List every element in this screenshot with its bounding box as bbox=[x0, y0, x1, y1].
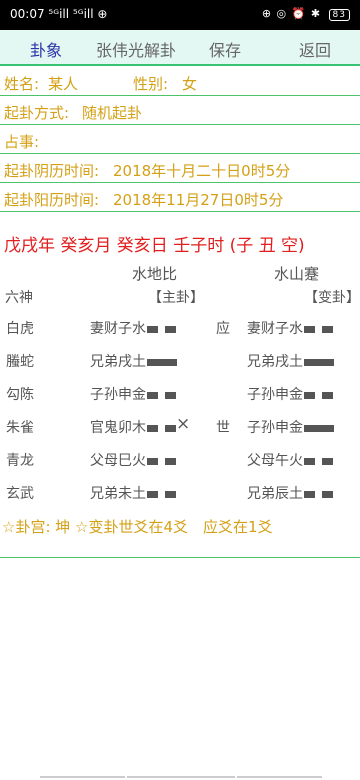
divider bbox=[0, 557, 360, 558]
yin-bar-segment bbox=[304, 490, 315, 498]
method-value: 随机起卦 bbox=[82, 104, 143, 122]
moving-line-mark: × bbox=[176, 414, 191, 434]
main-line-label: 官鬼卯木 bbox=[90, 420, 146, 436]
changed-line: 兄弟戌土 bbox=[247, 351, 334, 371]
method-label: 起卦方式: bbox=[4, 104, 70, 122]
yin-bar-segment bbox=[304, 325, 315, 333]
yin-bar-segment bbox=[322, 490, 333, 498]
yang-bar bbox=[304, 424, 334, 432]
liushen-label: 朱雀 bbox=[6, 420, 34, 436]
yin-bar-segment bbox=[322, 391, 333, 399]
matter-row: 占事: bbox=[0, 127, 360, 154]
gender-value: 女 bbox=[182, 75, 198, 93]
yin-bar-segment bbox=[165, 490, 176, 498]
yin-bar-segment bbox=[304, 457, 315, 465]
shi-ying-marker: 应 bbox=[216, 321, 230, 337]
yin-bar-segment bbox=[322, 325, 333, 333]
nav-indicator-center bbox=[127, 776, 235, 778]
main-line: 兄弟未土 bbox=[90, 483, 176, 503]
main-line-label: 兄弟未土 bbox=[90, 486, 146, 502]
main-line: 子孙申金 bbox=[90, 384, 176, 404]
tab-interpretation[interactable]: 张伟光解卦 bbox=[96, 37, 176, 61]
main-hexagram-tag: 【主卦】 bbox=[148, 290, 204, 306]
changed-line: 子孙申金 bbox=[247, 384, 333, 404]
toolbar: 卦象 张伟光解卦 保存 返回 bbox=[0, 30, 360, 66]
changed-line: 父母午火 bbox=[247, 450, 333, 470]
yin-bar-segment bbox=[147, 490, 158, 498]
yin-bar-segment bbox=[147, 325, 158, 333]
main-line: 妻财子水 bbox=[90, 318, 176, 338]
yin-bar-segment bbox=[147, 457, 158, 465]
changed-line-label: 子孙申金 bbox=[247, 387, 303, 403]
liushen-label: 玄武 bbox=[6, 486, 34, 502]
name-row: 姓名: 某人 性别: 女 bbox=[0, 69, 360, 96]
changed-hexagram-name: 水山蹇 bbox=[274, 265, 320, 283]
changed-line-label: 兄弟辰土 bbox=[247, 486, 303, 502]
yang-bar bbox=[147, 358, 177, 366]
signal-icon: ⁵ᴳill ⁵ᴳill ⊕ bbox=[48, 7, 108, 21]
liushen-label: 螣蛇 bbox=[6, 354, 34, 370]
yin-bar-segment bbox=[147, 391, 158, 399]
main-line-label: 父母巳火 bbox=[90, 453, 146, 469]
main-hexagram-name: 水地比 bbox=[132, 265, 178, 283]
matter-label: 占事: bbox=[4, 133, 40, 151]
name-value: 某人 bbox=[48, 75, 79, 93]
battery-icon: 83 bbox=[328, 9, 350, 21]
status-bar: 00:07 ⁵ᴳill ⁵ᴳill ⊕ ⊕ ◎ ⏰ ✱ 83 bbox=[0, 0, 360, 30]
changed-line: 子孙申金 bbox=[247, 417, 334, 437]
nav-indicator-left bbox=[40, 776, 125, 778]
changed-line: 兄弟辰土 bbox=[247, 483, 333, 503]
yin-bar-segment bbox=[165, 424, 176, 432]
liushen-label: 勾陈 bbox=[6, 387, 34, 403]
liushen-label: 白虎 bbox=[6, 321, 34, 337]
changed-hexagram-tag: 【变卦】 bbox=[304, 290, 360, 306]
summary-line: ☆卦宫: 坤 ☆变卦世爻在4爻 应爻在1爻 bbox=[2, 518, 273, 536]
nav-indicator-right bbox=[237, 776, 322, 778]
status-time: 00:07 bbox=[10, 7, 45, 21]
method-row: 起卦方式: 随机起卦 bbox=[0, 98, 360, 125]
yin-bar-segment bbox=[165, 325, 176, 333]
solar-label: 起卦阳历时间: bbox=[4, 191, 100, 209]
yin-bar-segment bbox=[165, 457, 176, 465]
solar-row: 起卦阳历时间: 2018年11月27日0时5分 bbox=[0, 185, 360, 212]
changed-line-label: 兄弟戌土 bbox=[247, 354, 303, 370]
yin-bar-segment bbox=[147, 424, 158, 432]
liushen-header: 六神 bbox=[5, 290, 33, 306]
solar-value: 2018年11月27日0时5分 bbox=[113, 191, 284, 209]
yin-bar-segment bbox=[322, 457, 333, 465]
main-line-label: 子孙申金 bbox=[90, 387, 146, 403]
status-icons: ⊕ ◎ ⏰ ✱ bbox=[261, 7, 322, 20]
changed-line-label: 妻财子水 bbox=[247, 321, 303, 337]
changed-line-label: 父母午火 bbox=[247, 453, 303, 469]
liushen-label: 青龙 bbox=[6, 453, 34, 469]
save-button[interactable]: 保存 bbox=[209, 37, 241, 61]
lunar-label: 起卦阴历时间: bbox=[4, 162, 100, 180]
yang-bar bbox=[304, 358, 334, 366]
main-line: 兄弟戌土 bbox=[90, 351, 177, 371]
lunar-value: 2018年十月二十日0时5分 bbox=[113, 162, 291, 180]
changed-line: 妻财子水 bbox=[247, 318, 333, 338]
main-line-label: 妻财子水 bbox=[90, 321, 146, 337]
shi-ying-marker: 世 bbox=[216, 420, 230, 436]
yin-bar-segment bbox=[165, 391, 176, 399]
yin-bar-segment bbox=[304, 391, 315, 399]
main-line-label: 兄弟戌土 bbox=[90, 354, 146, 370]
lunar-row: 起卦阴历时间: 2018年十月二十日0时5分 bbox=[0, 156, 360, 183]
gender-label: 性别: bbox=[133, 75, 169, 93]
back-button[interactable]: 返回 bbox=[299, 37, 331, 61]
main-line: 官鬼卯木 bbox=[90, 417, 176, 437]
name-label: 姓名: bbox=[4, 75, 40, 93]
changed-line-label: 子孙申金 bbox=[247, 420, 303, 436]
ganzhi-line: 戊戌年 癸亥月 癸亥日 壬子时 (子 丑 空) bbox=[4, 236, 305, 256]
tab-hexagram[interactable]: 卦象 bbox=[30, 37, 62, 61]
main-line: 父母巳火 bbox=[90, 450, 176, 470]
